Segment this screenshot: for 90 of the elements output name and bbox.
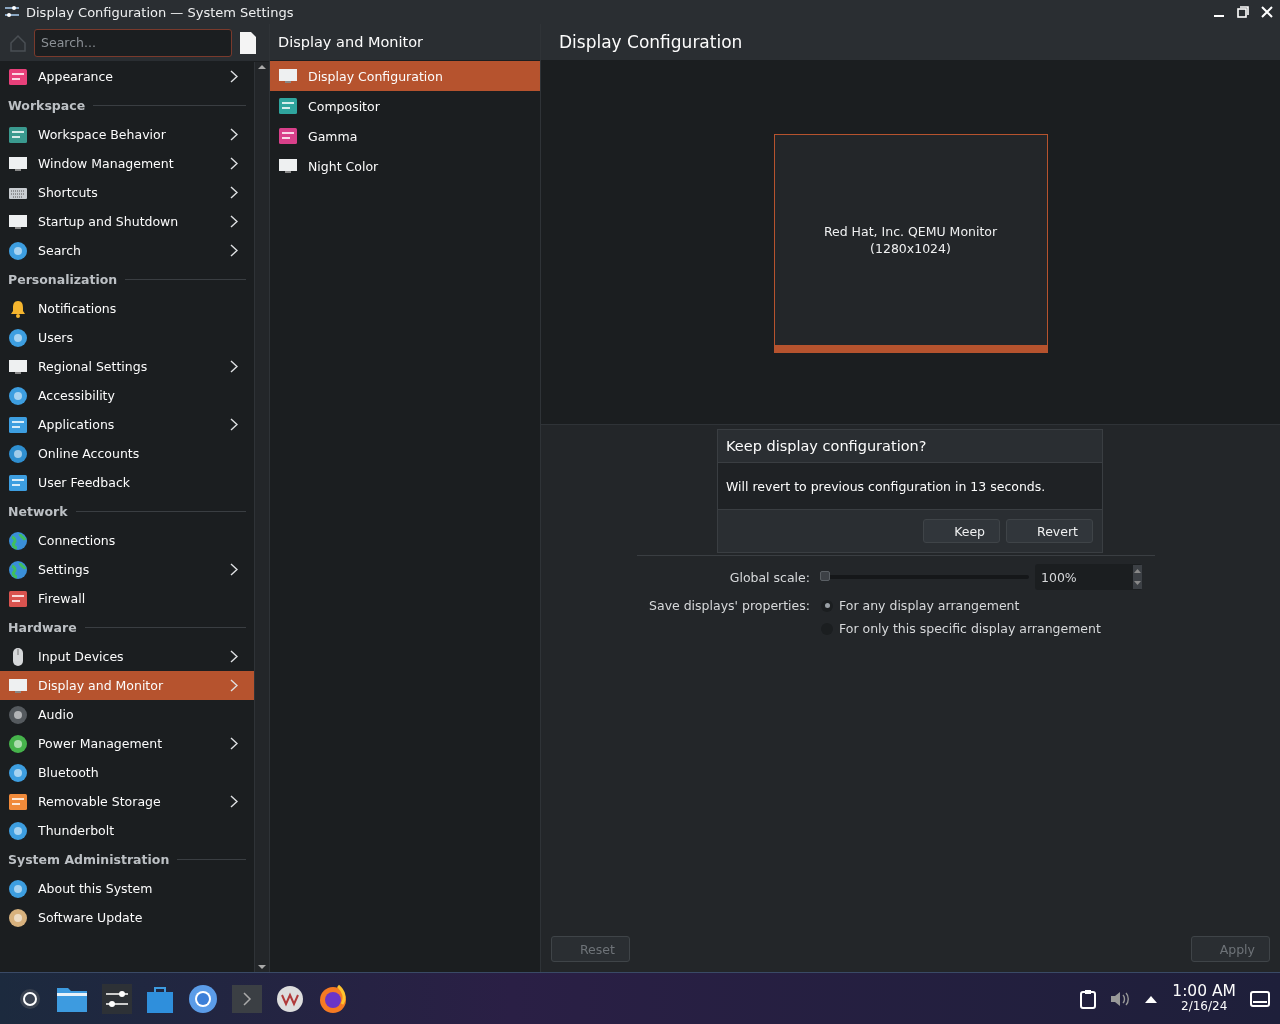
field-label: Save displays' properties: bbox=[648, 598, 811, 613]
dialog-title: Keep display configuration? bbox=[726, 438, 927, 454]
globe-icon bbox=[8, 559, 28, 580]
search-field[interactable]: Search... bbox=[34, 28, 232, 57]
sidebar-item[interactable]: Display and Monitor bbox=[0, 671, 254, 700]
sidebar-item[interactable]: Connections bbox=[0, 526, 254, 555]
sidebar-item[interactable]: Regional Settings bbox=[0, 352, 254, 381]
restore-icon bbox=[1237, 6, 1249, 18]
bell-icon bbox=[8, 298, 28, 319]
subpage-item[interactable]: Display Configuration bbox=[270, 61, 540, 91]
sidebar-item[interactable]: About this System bbox=[0, 874, 254, 903]
circle-icon bbox=[8, 907, 28, 928]
tile-icon bbox=[8, 414, 28, 435]
section-header: Workspace bbox=[8, 98, 86, 113]
desktop-icon[interactable] bbox=[1250, 990, 1270, 1007]
section-header: Hardware bbox=[8, 620, 77, 635]
sidebar-item[interactable]: Bluetooth bbox=[0, 758, 254, 787]
sidebar-item[interactable]: Window Management bbox=[0, 149, 254, 178]
radio-label[interactable]: For only this specific display arrangement bbox=[839, 621, 1101, 636]
panel-title: Display and Monitor bbox=[278, 34, 424, 50]
sidebar-item[interactable]: Power Management bbox=[0, 729, 254, 758]
circle-icon bbox=[8, 820, 28, 841]
minimize-icon bbox=[1213, 14, 1225, 18]
circle-icon bbox=[8, 762, 28, 783]
sidebar-item[interactable]: Notifications bbox=[0, 294, 254, 323]
sidebar-item[interactable]: Thunderbolt bbox=[0, 816, 254, 845]
dialog-button[interactable]: Keep bbox=[923, 519, 1001, 543]
sidebar-item[interactable]: Applications bbox=[0, 410, 254, 439]
sidebar-item[interactable]: Accessibility bbox=[0, 381, 254, 410]
subpage-item[interactable]: Compositor bbox=[270, 91, 540, 121]
sidebar-item[interactable]: User Feedback bbox=[0, 468, 254, 497]
sidebar-item[interactable]: Users bbox=[0, 323, 254, 352]
sidebar-item[interactable]: Settings bbox=[0, 555, 254, 584]
monitor-icon bbox=[278, 66, 298, 86]
sidebar-item[interactable]: Shortcuts bbox=[0, 178, 254, 207]
terminal-icon[interactable] bbox=[232, 984, 262, 1013]
tile-icon bbox=[278, 126, 298, 146]
radio-button[interactable] bbox=[821, 599, 833, 612]
tile-icon bbox=[278, 96, 298, 116]
sidebar-item[interactable]: Startup and Shutdown bbox=[0, 207, 254, 236]
dialog-button[interactable]: Revert bbox=[1006, 519, 1093, 543]
sidebar-item[interactable]: Firewall bbox=[0, 584, 254, 613]
sidebar-item[interactable]: Appearance bbox=[0, 62, 254, 91]
tile-icon bbox=[8, 66, 28, 87]
circle-icon bbox=[8, 240, 28, 261]
circle-icon bbox=[8, 733, 28, 754]
launcher-icon[interactable] bbox=[18, 986, 42, 1011]
circle-icon bbox=[8, 704, 28, 725]
section-header: Personalization bbox=[8, 272, 118, 287]
section-header: Network bbox=[8, 504, 68, 519]
window-title: Display Configuration — System Settings bbox=[26, 4, 295, 20]
browser-icon[interactable] bbox=[188, 983, 218, 1014]
slider-thumb[interactable] bbox=[820, 571, 830, 581]
circle-icon bbox=[8, 878, 28, 899]
sidebar-item[interactable]: Removable Storage bbox=[0, 787, 254, 816]
spin-arrows-icon[interactable] bbox=[1133, 565, 1142, 589]
circle-icon bbox=[8, 385, 28, 406]
field-label: Global scale: bbox=[728, 569, 811, 585]
sidebar-item[interactable]: Software Update bbox=[0, 903, 254, 932]
close-icon bbox=[1261, 6, 1273, 18]
dialog-message: Will revert to previous configuration in 13 seconds. bbox=[726, 478, 1046, 494]
circle-icon bbox=[8, 327, 28, 348]
subpage-item[interactable]: Gamma bbox=[270, 121, 540, 151]
tile-icon bbox=[8, 124, 28, 145]
sidebar-item[interactable]: Workspace Behavior bbox=[0, 120, 254, 149]
document-icon[interactable] bbox=[238, 30, 258, 55]
scale-slider[interactable] bbox=[821, 571, 1029, 583]
page-title: Display Configuration bbox=[559, 32, 743, 52]
clock[interactable]: 1:00 AM 2/16/24 bbox=[1172, 983, 1236, 1014]
sidebar-item[interactable]: Input Devices bbox=[0, 642, 254, 671]
monitor-icon bbox=[278, 156, 298, 176]
sliders-icon[interactable] bbox=[102, 983, 132, 1014]
speaker-icon[interactable] bbox=[1110, 989, 1131, 1008]
tile-icon bbox=[8, 472, 28, 493]
radio-label[interactable]: For any display arrangement bbox=[839, 598, 1020, 613]
circle-icon[interactable] bbox=[276, 984, 304, 1013]
maximize-button[interactable] bbox=[1234, 3, 1252, 21]
tile-icon bbox=[8, 588, 28, 609]
subpage-item[interactable]: Night Color bbox=[270, 151, 540, 181]
monitor-tile[interactable]: Red Hat, Inc. QEMU Monitor (1280x1024) bbox=[773, 134, 1048, 353]
circle-icon bbox=[8, 443, 28, 464]
sidebar-item[interactable]: Search bbox=[0, 236, 254, 265]
globe-icon bbox=[8, 530, 28, 551]
sliders-icon bbox=[4, 5, 20, 19]
scale-spinbox[interactable]: 100% bbox=[1035, 564, 1142, 590]
sidebar-item[interactable]: Audio bbox=[0, 700, 254, 729]
sidebar-item[interactable]: Online Accounts bbox=[0, 439, 254, 468]
section-header: System Administration bbox=[8, 852, 170, 867]
clipboard-icon[interactable] bbox=[1080, 988, 1097, 1009]
tile-icon bbox=[8, 791, 28, 812]
